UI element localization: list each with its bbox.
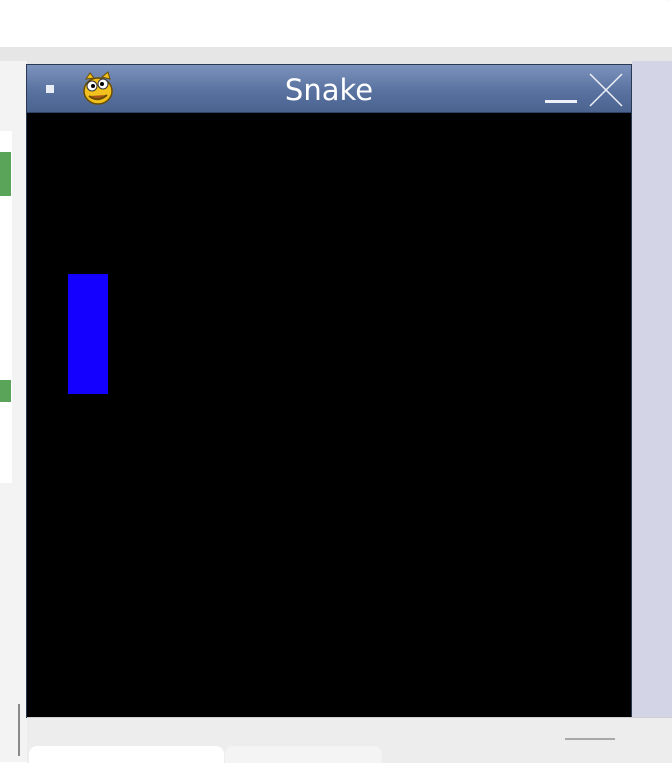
window-title: Snake xyxy=(284,73,374,107)
text-cursor xyxy=(18,704,20,756)
resize-grip[interactable] xyxy=(565,738,615,740)
snake-body xyxy=(68,274,108,394)
window-menu-icon[interactable] xyxy=(46,85,54,93)
window-titlebar[interactable]: Snake xyxy=(27,65,631,113)
background-green-marker xyxy=(0,380,11,402)
close-icon[interactable] xyxy=(587,71,625,109)
top-strip: ' xyxy=(0,0,672,47)
minimize-button[interactable] xyxy=(543,75,581,107)
background-tab[interactable] xyxy=(29,746,224,763)
background-bottom-bar xyxy=(27,717,672,763)
snake-window: Snake xyxy=(27,65,631,717)
background-side-panel xyxy=(632,61,672,745)
pygame-snake-icon xyxy=(83,71,113,105)
background-tab[interactable] xyxy=(225,746,382,763)
top-edge-mark: ' xyxy=(666,0,669,6)
background-app-left-edge xyxy=(0,61,27,762)
minimize-icon xyxy=(545,100,577,103)
game-playfield[interactable] xyxy=(27,113,631,717)
background-green-marker xyxy=(0,152,11,196)
